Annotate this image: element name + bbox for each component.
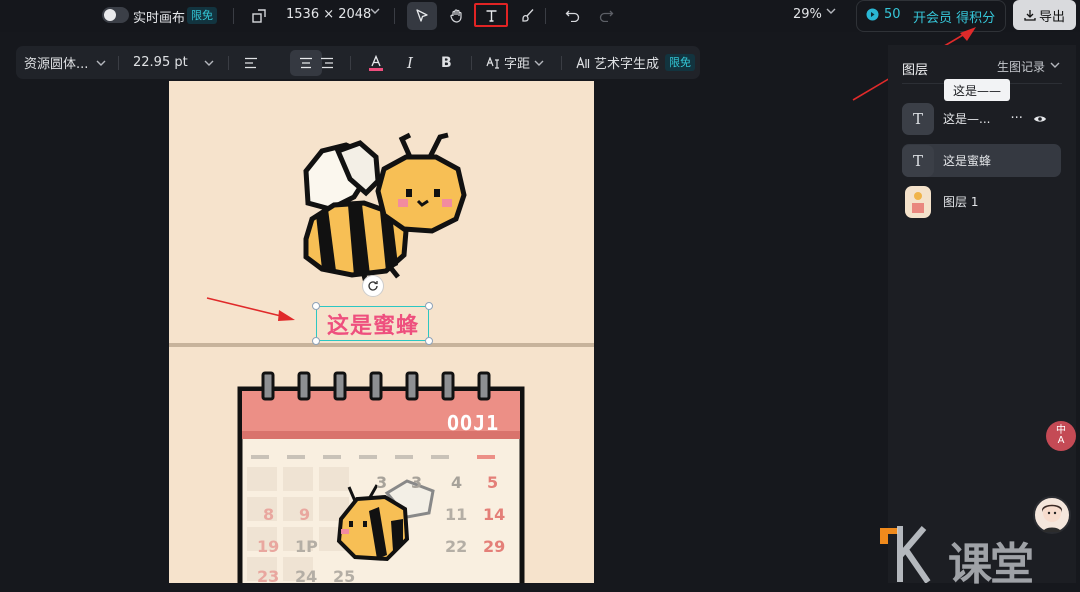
realtime-canvas-toggle[interactable] xyxy=(102,7,129,23)
font-family-value: 资源圆体... xyxy=(24,57,89,72)
calendar-header: OOJ1 xyxy=(447,411,500,435)
translate-button[interactable]: 中A xyxy=(1046,421,1076,451)
tab-layers[interactable]: 图层 xyxy=(902,59,928,78)
divider xyxy=(118,56,119,70)
limited-free-badge: 限免 xyxy=(665,54,696,71)
chevron-down-icon xyxy=(534,60,544,66)
export-button[interactable]: 导出 xyxy=(1013,0,1076,30)
calendar-number: 3 xyxy=(376,473,388,492)
page-separator xyxy=(169,343,594,347)
calendar-number: 22 xyxy=(445,537,468,556)
text-color-icon[interactable] xyxy=(368,46,384,79)
calendar-number: 19 xyxy=(257,537,280,556)
font-family-select[interactable]: 资源圆体... xyxy=(24,46,106,79)
divider xyxy=(471,56,472,70)
italic-button[interactable]: I xyxy=(407,46,413,79)
points-coin-icon xyxy=(866,8,879,21)
chevron-down-icon[interactable] xyxy=(370,6,380,16)
calendar-number: 24 xyxy=(295,567,318,583)
align-right-icon[interactable] xyxy=(320,46,334,79)
divider xyxy=(350,56,351,70)
rotate-handle-icon[interactable] xyxy=(362,275,384,297)
eye-icon[interactable] xyxy=(1033,114,1047,124)
text-format-toolbar: 资源圆体... 22.95 pt I B 字距 艺术字生成 限免 xyxy=(16,46,700,79)
resize-handle[interactable] xyxy=(425,302,433,310)
resize-handle[interactable] xyxy=(312,337,320,345)
align-left-icon[interactable] xyxy=(244,46,258,79)
bee-illustration xyxy=(303,132,467,281)
font-size-value: 22.95 pt xyxy=(133,55,188,70)
brush-tool-icon[interactable] xyxy=(514,2,542,28)
calendar-number: 1P xyxy=(295,537,318,556)
export-label: 导出 xyxy=(1038,9,1065,25)
calendar-number: 9 xyxy=(299,505,311,524)
chevron-down-icon xyxy=(96,60,106,66)
hand-tool-icon[interactable] xyxy=(442,2,470,28)
select-tool-icon[interactable] xyxy=(407,2,437,30)
divider xyxy=(561,56,562,70)
layer-item-image[interactable]: 图层 1 xyxy=(902,185,1061,218)
resize-icon[interactable] xyxy=(245,3,273,29)
undo-icon[interactable] xyxy=(558,2,586,28)
layer-label: 图层 1 xyxy=(943,195,979,209)
art-text-icon xyxy=(576,56,590,68)
lang-bottom: A xyxy=(1057,435,1065,446)
text-layer-icon: T xyxy=(902,144,934,177)
tab-history[interactable]: 生图记录 xyxy=(997,58,1045,75)
chevron-down-icon[interactable] xyxy=(826,6,836,16)
resize-handle[interactable] xyxy=(312,302,320,310)
font-size-select[interactable]: 22.95 pt xyxy=(133,46,214,79)
calendar-number: 3 xyxy=(411,473,423,492)
calendar-number: 25 xyxy=(333,567,356,583)
watermark-text: 课堂 xyxy=(948,539,1034,590)
calendar-number: 4 xyxy=(451,473,463,492)
chevron-down-icon[interactable] xyxy=(1050,60,1060,70)
chevron-down-icon xyxy=(204,60,214,66)
layer-item-text-2[interactable]: T 这是蜜蜂 xyxy=(902,144,1061,177)
art-text-button[interactable]: 艺术字生成 限免 xyxy=(576,46,696,79)
calendar-number: 29 xyxy=(483,537,506,556)
zoom-level[interactable]: 29% xyxy=(793,7,822,22)
art-text-label: 艺术字生成 xyxy=(594,57,660,72)
divider xyxy=(545,8,546,24)
calendar-number: 5 xyxy=(487,473,499,492)
image-layer-thumbnail xyxy=(905,185,931,218)
layer-label: 这是—... xyxy=(943,112,991,126)
selection-box[interactable] xyxy=(316,306,429,341)
limited-free-badge: 限免 xyxy=(187,7,217,24)
align-center-icon[interactable] xyxy=(299,46,313,79)
points-balance: 50 xyxy=(884,7,901,22)
resize-handle[interactable] xyxy=(425,337,433,345)
text-tool-icon[interactable] xyxy=(474,3,508,27)
more-options-icon[interactable]: ··· xyxy=(1010,111,1022,126)
divider xyxy=(228,56,229,70)
text-layer-icon: T xyxy=(902,102,934,135)
redo-icon[interactable] xyxy=(592,2,620,28)
download-icon xyxy=(1024,10,1036,21)
canvas-size[interactable]: 1536 × 2048 xyxy=(286,7,371,22)
layer-label: 这是蜜蜂 xyxy=(943,154,992,168)
toggle-knob xyxy=(104,9,116,21)
divider xyxy=(233,8,234,24)
calendar-number: 23 xyxy=(257,567,280,583)
divider xyxy=(394,8,395,24)
calendar-number: 14 xyxy=(483,505,506,524)
annotation-arrow xyxy=(206,297,295,321)
layer-item-text-1[interactable]: T 这是—... ··· xyxy=(902,102,1061,135)
calendar-number: 8 xyxy=(263,505,275,524)
bold-button[interactable]: B xyxy=(441,46,452,79)
calendar-number: 11 xyxy=(445,505,468,524)
tooltip: 这是—— xyxy=(944,79,1010,101)
letter-spacing-label: 字距 xyxy=(504,57,531,72)
calendar-numbers: 3 3 4 5 8 9 11 14 19 1P 22 29 23 24 25 xyxy=(251,473,511,583)
letter-spacing-icon xyxy=(486,56,499,69)
letter-spacing-select[interactable]: 字距 xyxy=(486,46,544,79)
realtime-canvas-label: 实时画布 xyxy=(133,11,186,26)
